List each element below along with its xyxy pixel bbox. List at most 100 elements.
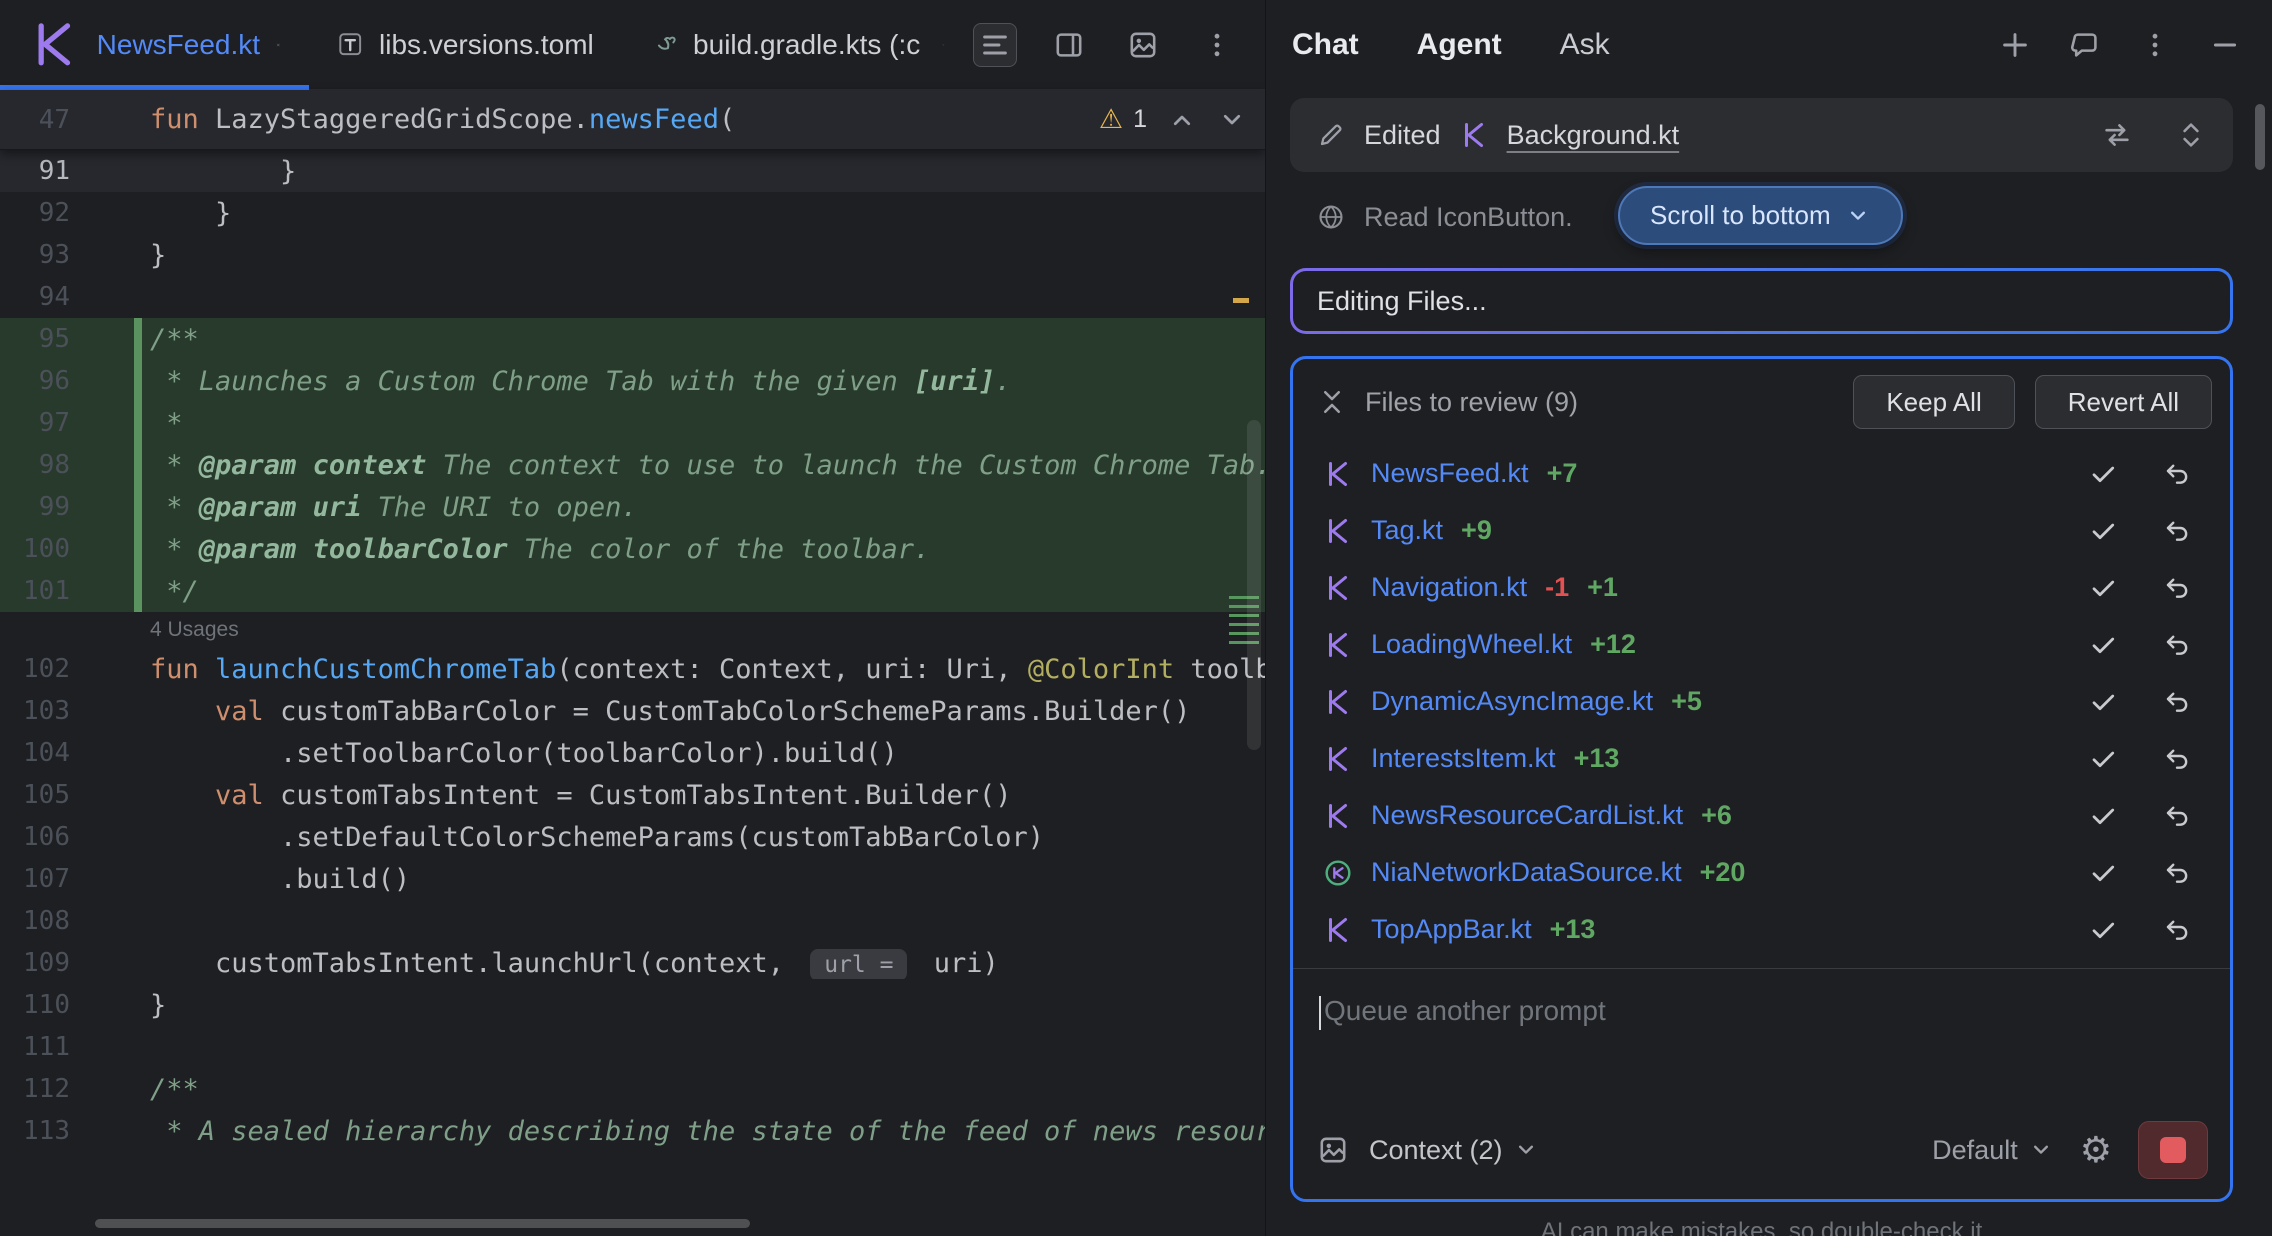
accept-file-icon[interactable] xyxy=(2088,858,2118,888)
code-line-99[interactable]: 99 * @param uri The URI to open. xyxy=(0,486,1265,528)
code-line-110[interactable]: 110} xyxy=(0,984,1265,1026)
chat-tab-ask[interactable]: Ask xyxy=(1560,28,1610,62)
file-review-row[interactable]: InterestsItem.kt+13 xyxy=(1309,730,2216,787)
file-link[interactable]: DynamicAsyncImage.kt xyxy=(1371,686,1653,717)
attach-image-icon[interactable] xyxy=(1317,1134,1349,1166)
accept-file-icon[interactable] xyxy=(2088,687,2118,717)
code-editor[interactable]: 91 }92 }93}9495/**96 * Launches a Custom… xyxy=(0,150,1265,1152)
warning-icon[interactable]: ⚠ xyxy=(1099,104,1123,135)
preview-icon[interactable] xyxy=(1121,23,1165,67)
file-link[interactable]: LoadingWheel.kt xyxy=(1371,629,1572,660)
expand-collapse-icon[interactable] xyxy=(2175,119,2207,151)
file-link[interactable]: Tag.kt xyxy=(1371,515,1443,546)
accept-file-icon[interactable] xyxy=(2088,516,2118,546)
editor-tab-newsfeed-kt[interactable]: NewsFeed.kt xyxy=(0,0,309,89)
code-line-113[interactable]: 113 * A sealed hierarchy describing the … xyxy=(0,1110,1265,1152)
editor-tab-build-gradle-kts-c[interactable]: build.gradle.kts (:c xyxy=(622,0,973,89)
accept-file-icon[interactable] xyxy=(2088,915,2118,945)
chat-scrollbar[interactable] xyxy=(2255,104,2265,170)
file-review-row[interactable]: Tag.kt+9 xyxy=(1309,502,2216,559)
new-chat-icon[interactable] xyxy=(1999,29,2031,61)
code-line-102[interactable]: 102fun launchCustomChromeTab(context: Co… xyxy=(0,648,1265,690)
conversations-icon[interactable] xyxy=(2069,29,2101,61)
accept-file-icon[interactable] xyxy=(2088,744,2118,774)
file-review-row[interactable]: DynamicAsyncImage.kt+5 xyxy=(1309,673,2216,730)
code-line-106[interactable]: 106 .setDefaultColorSchemeParams(customT… xyxy=(0,816,1265,858)
code-line-112[interactable]: 112/** xyxy=(0,1068,1265,1110)
structure-view-icon[interactable] xyxy=(973,23,1017,67)
file-review-row[interactable]: NewsResourceCardList.kt+6 xyxy=(1309,787,2216,844)
code-line-108[interactable]: 108 xyxy=(0,900,1265,942)
collapse-icon[interactable] xyxy=(1317,387,1347,417)
file-review-row[interactable]: Navigation.kt-1+1 xyxy=(1309,559,2216,616)
code-line-95[interactable]: 95/** xyxy=(0,318,1265,360)
revert-file-icon[interactable] xyxy=(2162,516,2192,546)
accept-file-icon[interactable] xyxy=(2088,459,2118,489)
model-selector[interactable]: Default xyxy=(1932,1135,2054,1166)
chat-tab-chat[interactable]: Chat xyxy=(1292,28,1359,62)
close-tab-icon[interactable] xyxy=(276,32,281,58)
more-options-icon[interactable] xyxy=(2139,29,2171,61)
file-review-row[interactable]: TopAppBar.kt+13 xyxy=(1309,901,2216,958)
split-editor-icon[interactable] xyxy=(1047,23,1091,67)
prev-problem-icon[interactable] xyxy=(1167,105,1197,135)
editor-tab-libs-versions-toml[interactable]: libs.versions.toml xyxy=(309,0,622,89)
code-line-105[interactable]: 105 val customTabsIntent = CustomTabsInt… xyxy=(0,774,1265,816)
code-line-93[interactable]: 93} xyxy=(0,234,1265,276)
revert-file-icon[interactable] xyxy=(2162,573,2192,603)
code-line-111[interactable]: 111 xyxy=(0,1026,1265,1068)
file-link[interactable]: NiaNetworkDataSource.kt xyxy=(1371,857,1682,888)
scroll-to-bottom-button[interactable]: Scroll to bottom xyxy=(1618,186,1903,245)
code-line-98[interactable]: 98 * @param context The context to use t… xyxy=(0,444,1265,486)
minimize-icon[interactable] xyxy=(2209,29,2241,61)
revert-file-icon[interactable] xyxy=(2162,801,2192,831)
tab-dropdown-icon[interactable] xyxy=(942,30,945,60)
task-status-box[interactable]: Editing Files... xyxy=(1290,268,2233,334)
keep-all-button[interactable]: Keep All xyxy=(1853,375,2014,429)
code-text: fun launchCustomChromeTab(context: Conte… xyxy=(150,654,1265,685)
code-line-94[interactable]: 94 xyxy=(0,276,1265,318)
editor-horizontal-scrollbar[interactable] xyxy=(95,1219,750,1228)
editor-vertical-scrollbar[interactable] xyxy=(1247,420,1261,750)
accept-file-icon[interactable] xyxy=(2088,801,2118,831)
more-options-icon[interactable] xyxy=(1195,23,1239,67)
file-review-row[interactable]: LoadingWheel.kt+12 xyxy=(1309,616,2216,673)
sticky-code-line[interactable]: 47 fun LazyStaggeredGridScope.newsFeed( … xyxy=(0,90,1265,150)
stop-button[interactable] xyxy=(2138,1121,2208,1179)
edited-file-link[interactable]: Background.kt xyxy=(1507,120,1680,151)
revert-file-icon[interactable] xyxy=(2162,915,2192,945)
revert-file-icon[interactable] xyxy=(2162,858,2192,888)
file-link[interactable]: Navigation.kt xyxy=(1371,572,1527,603)
accept-file-icon[interactable] xyxy=(2088,630,2118,660)
revert-file-icon[interactable] xyxy=(2162,459,2192,489)
prompt-input[interactable]: Queue another prompt xyxy=(1293,969,2230,1121)
revert-file-icon[interactable] xyxy=(2162,687,2192,717)
code-line-103[interactable]: 103 val customTabBarColor = CustomTabCol… xyxy=(0,690,1265,732)
code-line-97[interactable]: 97 * xyxy=(0,402,1265,444)
usages-hint[interactable]: 4 Usages xyxy=(0,612,1265,648)
settings-gear-icon[interactable]: ⚙ xyxy=(2080,1132,2112,1168)
revert-file-icon[interactable] xyxy=(2162,744,2192,774)
code-line-100[interactable]: 100 * @param toolbarColor The color of t… xyxy=(0,528,1265,570)
accept-file-icon[interactable] xyxy=(2088,573,2118,603)
file-link[interactable]: NewsResourceCardList.kt xyxy=(1371,800,1683,831)
file-link[interactable]: InterestsItem.kt xyxy=(1371,743,1556,774)
edited-file-row[interactable]: Edited Background.kt xyxy=(1290,98,2233,172)
file-link[interactable]: NewsFeed.kt xyxy=(1371,458,1529,489)
chat-tab-agent[interactable]: Agent xyxy=(1417,28,1502,62)
code-line-107[interactable]: 107 .build() xyxy=(0,858,1265,900)
code-line-91[interactable]: 91 } xyxy=(0,150,1265,192)
file-review-row[interactable]: NiaNetworkDataSource.kt+20 xyxy=(1309,844,2216,901)
code-line-92[interactable]: 92 } xyxy=(0,192,1265,234)
next-problem-icon[interactable] xyxy=(1217,105,1247,135)
file-review-row[interactable]: NewsFeed.kt+7 xyxy=(1309,445,2216,502)
revert-all-button[interactable]: Revert All xyxy=(2035,375,2212,429)
revert-file-icon[interactable] xyxy=(2162,630,2192,660)
file-link[interactable]: TopAppBar.kt xyxy=(1371,914,1532,945)
show-diff-icon[interactable] xyxy=(2101,119,2133,151)
code-line-109[interactable]: 109 customTabsIntent.launchUrl(context, … xyxy=(0,942,1265,984)
context-selector[interactable]: Context (2) xyxy=(1369,1135,1539,1166)
code-line-104[interactable]: 104 .setToolbarColor(toolbarColor).build… xyxy=(0,732,1265,774)
code-line-96[interactable]: 96 * Launches a Custom Chrome Tab with t… xyxy=(0,360,1265,402)
code-line-101[interactable]: 101 */ xyxy=(0,570,1265,612)
